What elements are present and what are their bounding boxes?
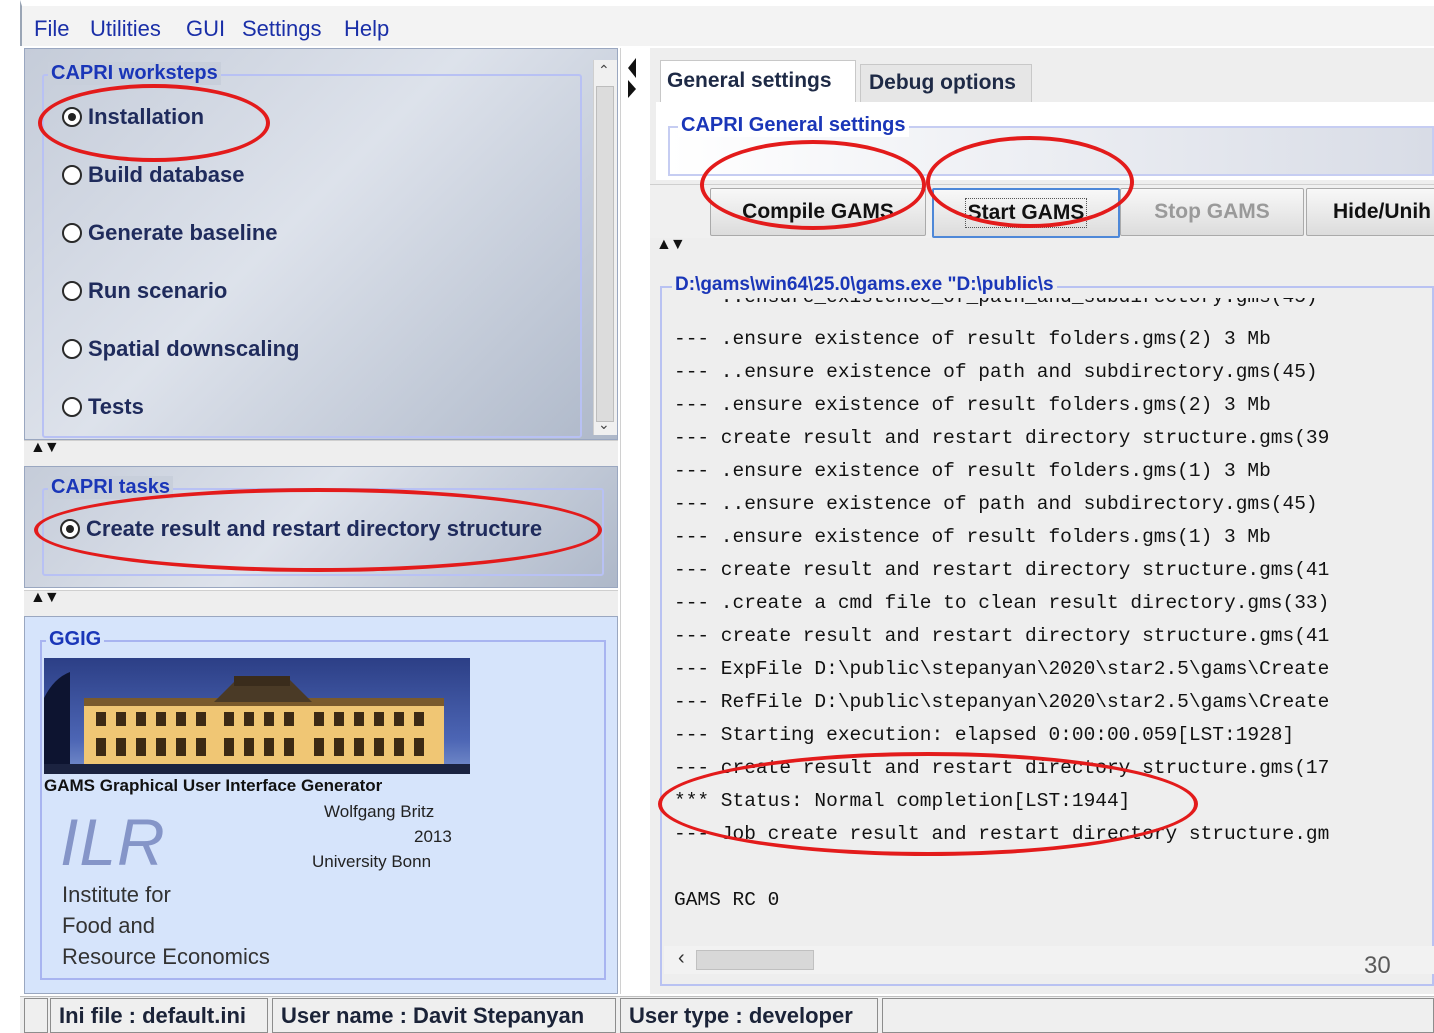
tab-debug-options[interactable]: Debug options (860, 64, 1032, 102)
radio-icon[interactable] (62, 339, 82, 359)
log-line: --- ..ensure_existence_of_path_and_subdi… (674, 298, 1318, 308)
status-empty (882, 998, 1434, 1033)
log-line: --- create result and restart directory … (674, 559, 1330, 581)
log-line: --- .ensure existence of result folders.… (674, 526, 1271, 548)
log-line: GAMS RC 0 (674, 889, 780, 911)
main-divider[interactable] (620, 48, 650, 994)
institute-line-1: Institute for (62, 882, 171, 907)
workstep-spatial-downscaling[interactable]: Spatial downscaling (62, 336, 299, 362)
tab-label: General settings (667, 69, 832, 92)
collapse-arrows-icon[interactable] (624, 56, 640, 100)
menu-gui[interactable]: GUI (186, 16, 225, 42)
menu-utilities[interactable]: Utilities (90, 16, 161, 42)
menu-bar: File Utilities GUI Settings Help (20, 0, 1434, 46)
stop-gams-button[interactable]: Stop GAMS (1120, 188, 1304, 236)
log-line: --- .create a cmd file to clean result d… (674, 592, 1330, 614)
hide-unhide-button[interactable]: Hide/Unih (1306, 188, 1434, 236)
log-line: --- .ensure existence of result folders.… (674, 460, 1271, 482)
page-number: 30 (1364, 952, 1391, 979)
task-create-result-structure[interactable]: Create result and restart directory stru… (60, 516, 542, 542)
radio-selected-icon[interactable] (60, 519, 80, 539)
ilr-logo: ILR (60, 805, 166, 879)
palace-image (44, 658, 470, 774)
ggig-subtitle: GAMS Graphical User Interface Generator (44, 776, 383, 795)
status-user-type: User type : developer (620, 998, 878, 1033)
log-line: --- .ensure existence of result folders.… (674, 328, 1271, 350)
log-line: --- create result and restart directory … (674, 757, 1330, 779)
workstep-label: Tests (88, 394, 144, 419)
compile-gams-button[interactable]: Compile GAMS (710, 188, 926, 236)
log-line: --- create result and restart directory … (674, 427, 1330, 449)
output-scroll-thumb[interactable] (696, 950, 814, 970)
output-title: D:\gams\win64\25.0\gams.exe "D:\public\s (672, 274, 1057, 296)
workstep-label: Installation (88, 104, 205, 129)
workstep-label: Spatial downscaling (88, 336, 300, 361)
workstep-label: Build database (88, 162, 245, 187)
general-settings-title: CAPRI General settings (678, 114, 909, 137)
log-line: --- Job create result and restart direct… (674, 823, 1330, 845)
log-line: --- ..ensure existence of path and subdi… (674, 361, 1318, 383)
workstep-label: Run scenario (88, 278, 228, 303)
status-ini-file: Ini file : default.ini (50, 998, 268, 1033)
log-line: --- ExpFile D:\public\stepanyan\2020\sta… (674, 658, 1330, 680)
radio-icon[interactable] (62, 223, 82, 243)
scroll-up-icon[interactable]: ⌃ (598, 62, 610, 79)
log-line: --- RefFile D:\public\stepanyan\2020\sta… (674, 691, 1330, 713)
splitter-tasks-ggig[interactable]: ▲▼ (24, 589, 618, 616)
task-label: Create result and restart directory stru… (86, 516, 543, 541)
ggig-author: Wolfgang Britz (324, 802, 435, 821)
status-spacer (24, 998, 48, 1033)
tab-general-settings[interactable]: General settings (660, 60, 856, 102)
radio-icon[interactable] (62, 165, 82, 185)
institute-line-3: Resource Economics (62, 944, 270, 969)
workstep-label: Generate baseline (88, 220, 278, 245)
workstep-generate-baseline[interactable]: Generate baseline (62, 220, 278, 246)
splitter-arrows-icon[interactable]: ▲▼ (30, 589, 60, 607)
log-line: --- ..ensure existence of path and subdi… (674, 493, 1318, 515)
workstep-tests[interactable]: Tests (62, 394, 144, 420)
ggig-university: University Bonn (312, 852, 432, 871)
menu-settings[interactable]: Settings (242, 16, 322, 42)
log-line: --- .ensure existence of result folders.… (674, 394, 1271, 416)
radio-icon[interactable] (62, 281, 82, 301)
tasks-title: CAPRI tasks (48, 476, 173, 499)
splitter-output[interactable]: ▲▼ (650, 236, 1434, 262)
workstep-installation[interactable]: Installation (62, 104, 204, 130)
menu-file[interactable]: File (34, 16, 69, 42)
splitter-arrows-icon[interactable]: ▲▼ (656, 236, 686, 254)
start-gams-button[interactable]: Start GAMS (932, 188, 1120, 238)
ggig-year: 2013 (414, 827, 452, 846)
splitter-worksteps-tasks[interactable]: ▲▼ (24, 439, 618, 466)
ggig-title: GGIG (46, 628, 105, 651)
status-user-name: User name : Davit Stepanyan (272, 998, 616, 1033)
log-line: --- Starting execution: elapsed 0:00:00.… (674, 724, 1295, 746)
scroll-down-icon[interactable]: ⌄ (598, 416, 610, 433)
worksteps-title: CAPRI worksteps (48, 62, 221, 85)
splitter-arrows-icon[interactable]: ▲▼ (30, 439, 60, 457)
menu-help[interactable]: Help (344, 16, 389, 42)
log-line: --- create result and restart directory … (674, 625, 1330, 647)
workstep-run-scenario[interactable]: Run scenario (62, 278, 227, 304)
radio-selected-icon[interactable] (62, 107, 82, 127)
log-line: *** Status: Normal completion[LST:1944] (674, 790, 1131, 812)
workstep-build-database[interactable]: Build database (62, 162, 244, 188)
scroll-left-icon[interactable]: ‹ (678, 947, 685, 970)
institute-line-2: Food and (62, 913, 155, 938)
log-area[interactable]: --- ..ensure_existence_of_path_and_subdi… (664, 298, 1434, 938)
tab-label: Debug options (869, 71, 1016, 94)
worksteps-scroll-thumb[interactable] (596, 86, 614, 422)
radio-icon[interactable] (62, 397, 82, 417)
